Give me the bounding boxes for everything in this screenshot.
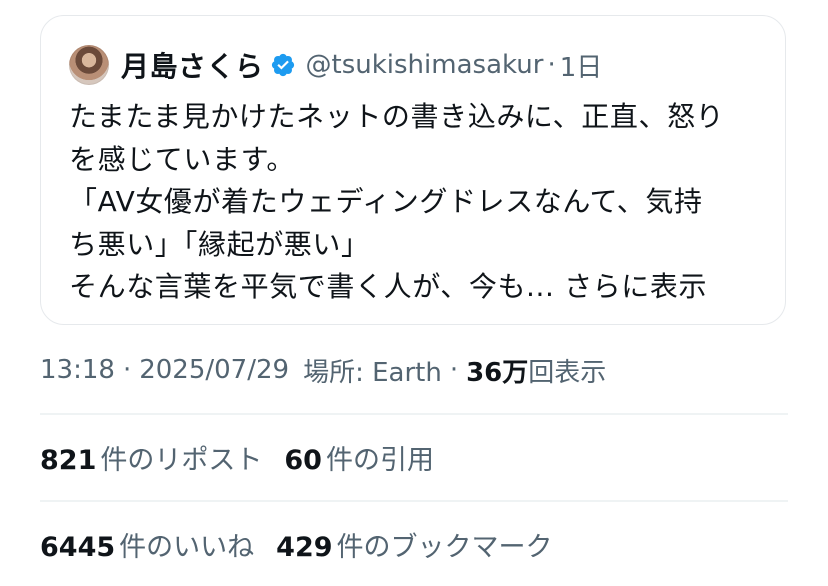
bookmarks-stat[interactable]: 429 件のブックマーク [276,525,552,564]
tweet-location: 場所: Earth [303,357,442,388]
quotes-label: 件の引用 [325,444,434,476]
verified-badge-icon [270,52,296,78]
user-handle[interactable]: @tsukishimasakur [306,50,544,80]
bookmarks-count: 429 [276,531,333,563]
tweet-date[interactable]: 2025/07/29 [139,355,289,385]
tweet-text-line: たまたま見かけたネットの書き込みに、正直、怒り [69,100,725,133]
reposts-label: 件のリポスト [100,444,263,476]
tweet-text-line: 「AV女優が着たウェディングドレスなんて、気持 [69,185,703,218]
display-name[interactable]: 月島さくら [121,45,264,85]
quoted-tweet-card[interactable]: 月島さくら @tsukishimasakur · 1日 たまたま見かけたネットの… [40,15,786,325]
quotes-count: 60 [284,444,322,476]
quoted-tweet-text: たまたま見かけたネットの書き込みに、正直、怒り を感じています。 「AV女優が着… [69,96,769,309]
reposts-count: 821 [40,444,97,476]
reposts-stat[interactable]: 821 件のリポスト [40,438,262,477]
engagement-row-1: 821 件のリポスト 60 件の引用 [40,435,456,479]
quotes-stat[interactable]: 60 件の引用 [284,438,434,477]
likes-stat[interactable]: 6445 件のいいね [40,525,254,564]
avatar[interactable] [69,45,109,85]
header-separator: · [547,50,556,80]
tweet-text-line: ち悪い」「縁起が悪い」 [69,227,370,261]
show-more-link[interactable]: さらに表示 [564,270,707,303]
tweet-text-line: を感じています。 [69,142,296,176]
truncated-text: そんな言葉を平気で書く人が、今も... [69,270,555,303]
tweet-time[interactable]: 13:18 [40,355,115,385]
bookmarks-label: 件のブックマーク [336,531,553,563]
views-count: 36万 [466,357,529,388]
tweet-text-line-last: そんな言葉を平気で書く人が、今も... さらに表示 [69,266,769,309]
time-ago[interactable]: 1日 [560,47,603,84]
tweet-meta: 13:18 · 2025/07/29 場所: Earth · 36万 回表示 [40,350,606,390]
meta-separator: · [122,355,132,385]
meta-separator: · [449,355,459,385]
likes-label: 件のいいね [119,531,255,563]
views-label: 回表示 [528,357,607,388]
divider [40,413,788,415]
likes-count: 6445 [40,531,116,563]
quoted-tweet-header: 月島さくら @tsukishimasakur · 1日 [69,44,602,86]
tweet-detail: 月島さくら @tsukishimasakur · 1日 たまたま見かけたネットの… [0,0,828,586]
divider [40,500,788,502]
engagement-row-2: 6445 件のいいね 429 件のブックマーク [40,522,575,566]
